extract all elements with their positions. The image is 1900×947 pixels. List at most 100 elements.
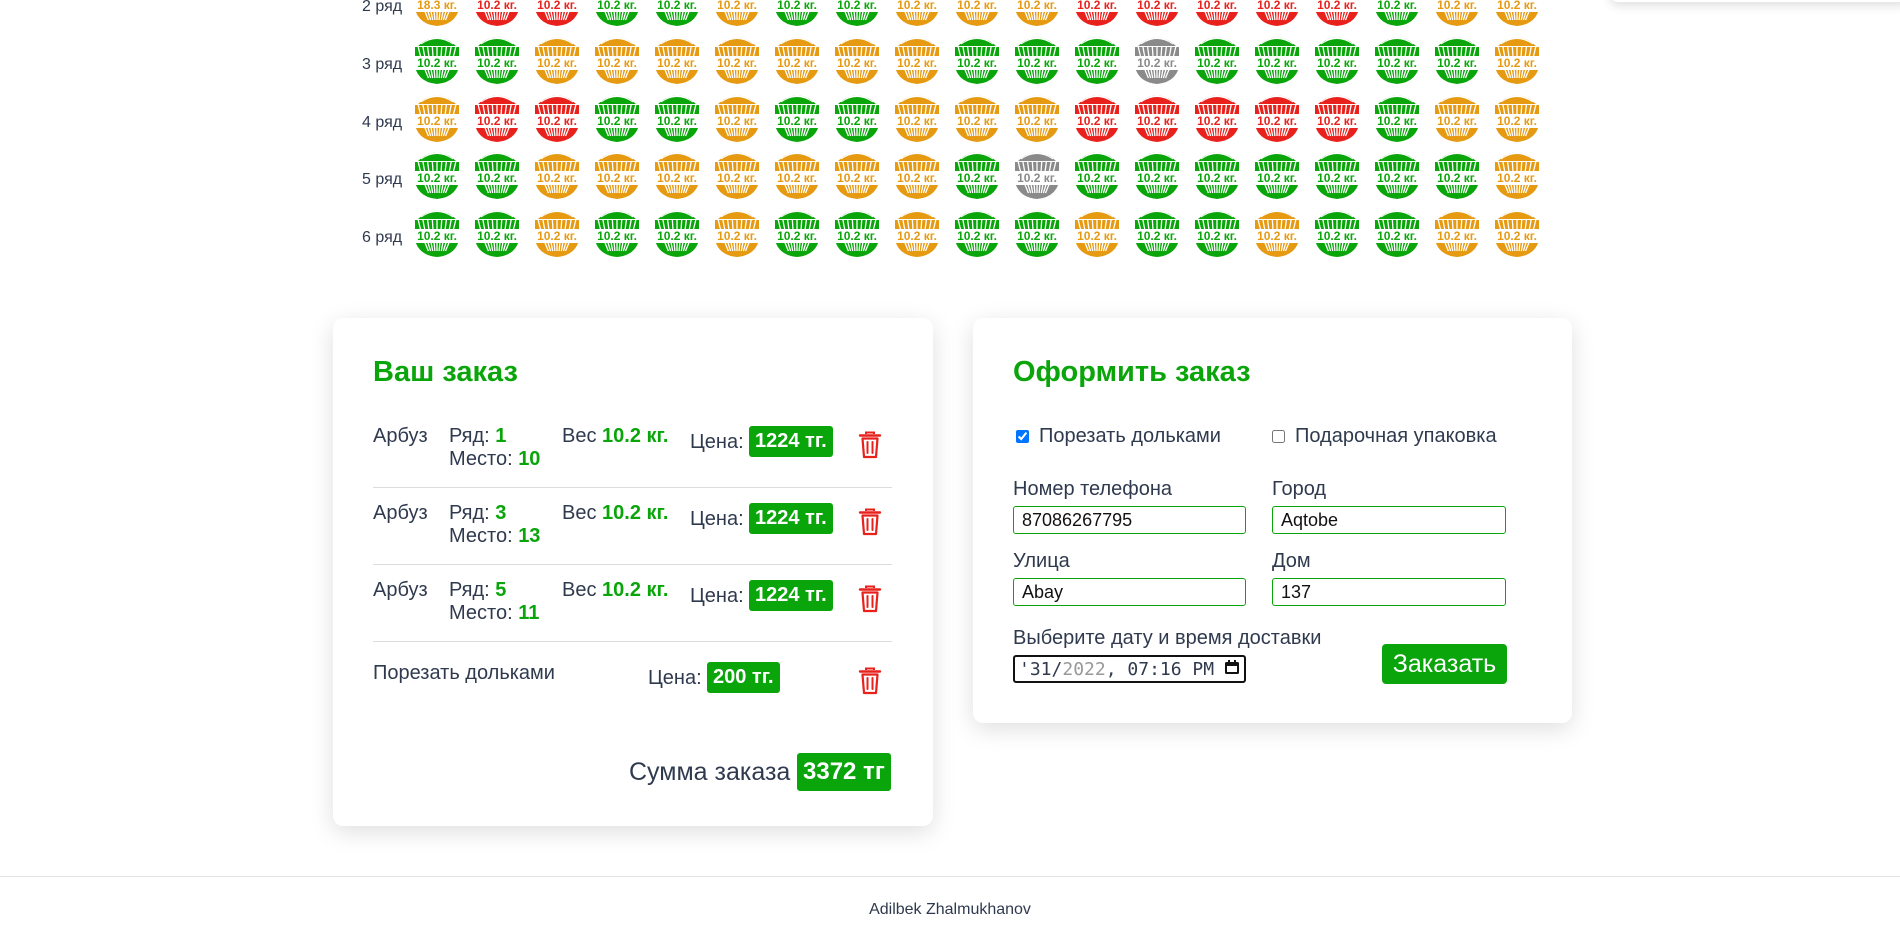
watermelon-seat[interactable]: 10.2 кг. [1426, 32, 1488, 84]
watermelon-seat[interactable]: 10.2 кг. [766, 90, 828, 142]
watermelon-seat[interactable]: 10.2 кг. [946, 205, 1008, 257]
slice-option[interactable]: Порезать дольками [1016, 425, 1221, 448]
watermelon-seat[interactable]: 10.2 кг. [1006, 90, 1068, 142]
watermelon-seat[interactable]: 10.2 кг. [406, 205, 468, 257]
watermelon-seat[interactable]: 10.2 кг. [1306, 90, 1368, 142]
watermelon-seat[interactable]: 10.2 кг. [646, 205, 708, 257]
watermelon-seat[interactable]: 10.2 кг. [886, 0, 948, 26]
watermelon-seat[interactable]: 10.2 кг. [886, 205, 948, 257]
watermelon-seat[interactable]: 10.2 кг. [826, 147, 888, 199]
watermelon-seat[interactable]: 10.2 кг. [1306, 147, 1368, 199]
watermelon-seat[interactable]: 10.2 кг. [1066, 90, 1128, 142]
watermelon-seat[interactable]: 10.2 кг. [526, 32, 588, 84]
watermelon-seat[interactable]: 10.2 кг. [766, 205, 828, 257]
watermelon-seat[interactable]: 10.2 кг. [646, 147, 708, 199]
street-field[interactable] [1013, 578, 1246, 606]
watermelon-seat[interactable]: 10.2 кг. [466, 205, 528, 257]
watermelon-seat[interactable]: 10.2 кг. [1426, 205, 1488, 257]
watermelon-seat[interactable]: 10.2 кг. [826, 32, 888, 84]
watermelon-seat[interactable]: 10.2 кг. [1246, 0, 1308, 26]
watermelon-seat[interactable]: 10.2 кг. [1126, 0, 1188, 26]
watermelon-seat[interactable]: 10.2 кг. [1186, 205, 1248, 257]
watermelon-seat[interactable]: 10.2 кг. [1126, 90, 1188, 142]
watermelon-seat[interactable]: 10.2 кг. [1486, 205, 1548, 257]
watermelon-seat[interactable]: 10.2 кг. [1366, 147, 1428, 199]
watermelon-seat[interactable]: 10.2 кг. [946, 0, 1008, 26]
watermelon-seat[interactable]: 10.2 кг. [1306, 32, 1368, 84]
watermelon-seat[interactable]: 10.2 кг. [1186, 32, 1248, 84]
watermelon-seat[interactable]: 10.2 кг. [1006, 147, 1068, 199]
watermelon-seat[interactable]: 10.2 кг. [526, 205, 588, 257]
watermelon-seat[interactable]: 10.2 кг. [406, 90, 468, 142]
watermelon-seat[interactable]: 10.2 кг. [1066, 32, 1128, 84]
watermelon-seat[interactable]: 10.2 кг. [1246, 147, 1308, 199]
watermelon-seat[interactable]: 10.2 кг. [1126, 147, 1188, 199]
trash-icon[interactable] [858, 585, 882, 618]
watermelon-seat[interactable]: 10.2 кг. [766, 32, 828, 84]
watermelon-seat[interactable]: 10.2 кг. [1066, 147, 1128, 199]
watermelon-seat[interactable]: 10.2 кг. [886, 90, 948, 142]
watermelon-seat[interactable]: 10.2 кг. [1306, 205, 1368, 257]
watermelon-seat[interactable]: 10.2 кг. [706, 147, 768, 199]
trash-icon[interactable] [858, 667, 882, 700]
watermelon-seat[interactable]: 10.2 кг. [1366, 90, 1428, 142]
order-submit-button[interactable]: Заказать [1382, 644, 1507, 684]
house-field[interactable] [1272, 578, 1506, 606]
watermelon-seat[interactable]: 10.2 кг. [646, 90, 708, 142]
watermelon-seat[interactable]: 10.2 кг. [646, 32, 708, 84]
phone-field[interactable] [1013, 506, 1246, 534]
watermelon-seat[interactable]: 10.2 кг. [706, 32, 768, 84]
trash-icon[interactable] [858, 508, 882, 541]
watermelon-seat[interactable]: 10.2 кг. [1006, 32, 1068, 84]
watermelon-seat[interactable]: 10.2 кг. [1066, 0, 1128, 26]
watermelon-seat[interactable]: 10.2 кг. [1486, 90, 1548, 142]
slice-checkbox[interactable] [1016, 430, 1029, 443]
watermelon-seat[interactable]: 10.2 кг. [646, 0, 708, 26]
watermelon-seat[interactable]: 10.2 кг. [466, 0, 528, 26]
watermelon-seat[interactable]: 10.2 кг. [1126, 32, 1188, 84]
gift-checkbox[interactable] [1272, 430, 1285, 443]
watermelon-seat[interactable]: 10.2 кг. [586, 147, 648, 199]
watermelon-seat[interactable]: 10.2 кг. [946, 147, 1008, 199]
watermelon-seat[interactable]: 10.2 кг. [946, 90, 1008, 142]
watermelon-seat[interactable]: 10.2 кг. [706, 0, 768, 26]
watermelon-seat[interactable]: 10.2 кг. [1006, 0, 1068, 26]
delivery-datetime-input[interactable]: '31/2022, 07:16 PM [1013, 655, 1246, 683]
watermelon-seat[interactable]: 18.3 кг. [406, 0, 468, 26]
watermelon-seat[interactable]: 10.2 кг. [586, 205, 648, 257]
watermelon-seat[interactable]: 10.2 кг. [706, 205, 768, 257]
watermelon-seat[interactable]: 10.2 кг. [466, 90, 528, 142]
watermelon-seat[interactable]: 10.2 кг. [706, 90, 768, 142]
watermelon-seat[interactable]: 10.2 кг. [586, 90, 648, 142]
watermelon-seat[interactable]: 10.2 кг. [1186, 147, 1248, 199]
watermelon-seat[interactable]: 10.2 кг. [766, 0, 828, 26]
watermelon-seat[interactable]: 10.2 кг. [1126, 205, 1188, 257]
watermelon-seat[interactable]: 10.2 кг. [526, 90, 588, 142]
watermelon-seat[interactable]: 10.2 кг. [1186, 0, 1248, 26]
calendar-icon[interactable] [1224, 659, 1240, 680]
watermelon-seat[interactable]: 10.2 кг. [406, 32, 468, 84]
watermelon-seat[interactable]: 10.2 кг. [1486, 0, 1548, 26]
watermelon-seat[interactable]: 10.2 кг. [826, 205, 888, 257]
watermelon-seat[interactable]: 10.2 кг. [1486, 147, 1548, 199]
watermelon-seat[interactable]: 10.2 кг. [1426, 0, 1488, 26]
watermelon-seat[interactable]: 10.2 кг. [466, 147, 528, 199]
watermelon-seat[interactable]: 10.2 кг. [1426, 90, 1488, 142]
gift-option[interactable]: Подарочная упаковка [1272, 425, 1497, 448]
watermelon-seat[interactable]: 10.2 кг. [1246, 90, 1308, 142]
watermelon-seat[interactable]: 10.2 кг. [406, 147, 468, 199]
watermelon-seat[interactable]: 10.2 кг. [526, 0, 588, 26]
watermelon-seat[interactable]: 10.2 кг. [1366, 0, 1428, 26]
watermelon-seat[interactable]: 10.2 кг. [1366, 32, 1428, 84]
watermelon-seat[interactable]: 10.2 кг. [1426, 147, 1488, 199]
watermelon-seat[interactable]: 10.2 кг. [526, 147, 588, 199]
watermelon-seat[interactable]: 10.2 кг. [1246, 205, 1308, 257]
watermelon-seat[interactable]: 10.2 кг. [1306, 0, 1368, 26]
watermelon-seat[interactable]: 10.2 кг. [586, 32, 648, 84]
watermelon-seat[interactable]: 10.2 кг. [886, 32, 948, 84]
watermelon-seat[interactable]: 10.2 кг. [826, 90, 888, 142]
watermelon-seat[interactable]: 10.2 кг. [1246, 32, 1308, 84]
watermelon-seat[interactable]: 10.2 кг. [826, 0, 888, 26]
watermelon-seat[interactable]: 10.2 кг. [1486, 32, 1548, 84]
watermelon-seat[interactable]: 10.2 кг. [1366, 205, 1428, 257]
